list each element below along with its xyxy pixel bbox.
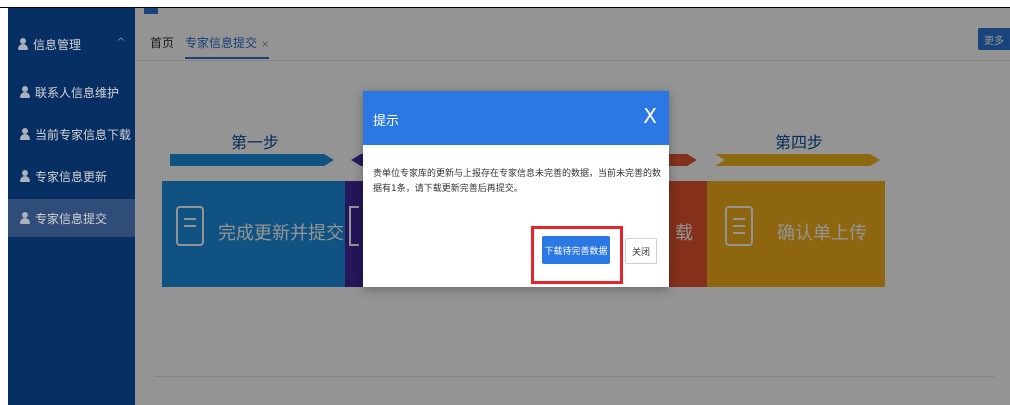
dialog-header: 提示 X: [363, 91, 669, 145]
highlight-box: [531, 226, 623, 284]
close-button[interactable]: 关闭: [625, 238, 657, 264]
dialog-title: 提示: [373, 114, 400, 129]
close-icon[interactable]: X: [643, 104, 657, 128]
left-margin: [0, 8, 8, 405]
prompt-dialog: 提示 X 贵单位专家库的更新与上报存在专家信息未完善的数据，当前未完善的数据有1…: [363, 91, 669, 287]
sidebar-dim-overlay: [8, 8, 135, 405]
dialog-message: 贵单位专家库的更新与上报存在专家信息未完善的数据，当前未完善的数据有1条，请下载…: [373, 169, 662, 194]
